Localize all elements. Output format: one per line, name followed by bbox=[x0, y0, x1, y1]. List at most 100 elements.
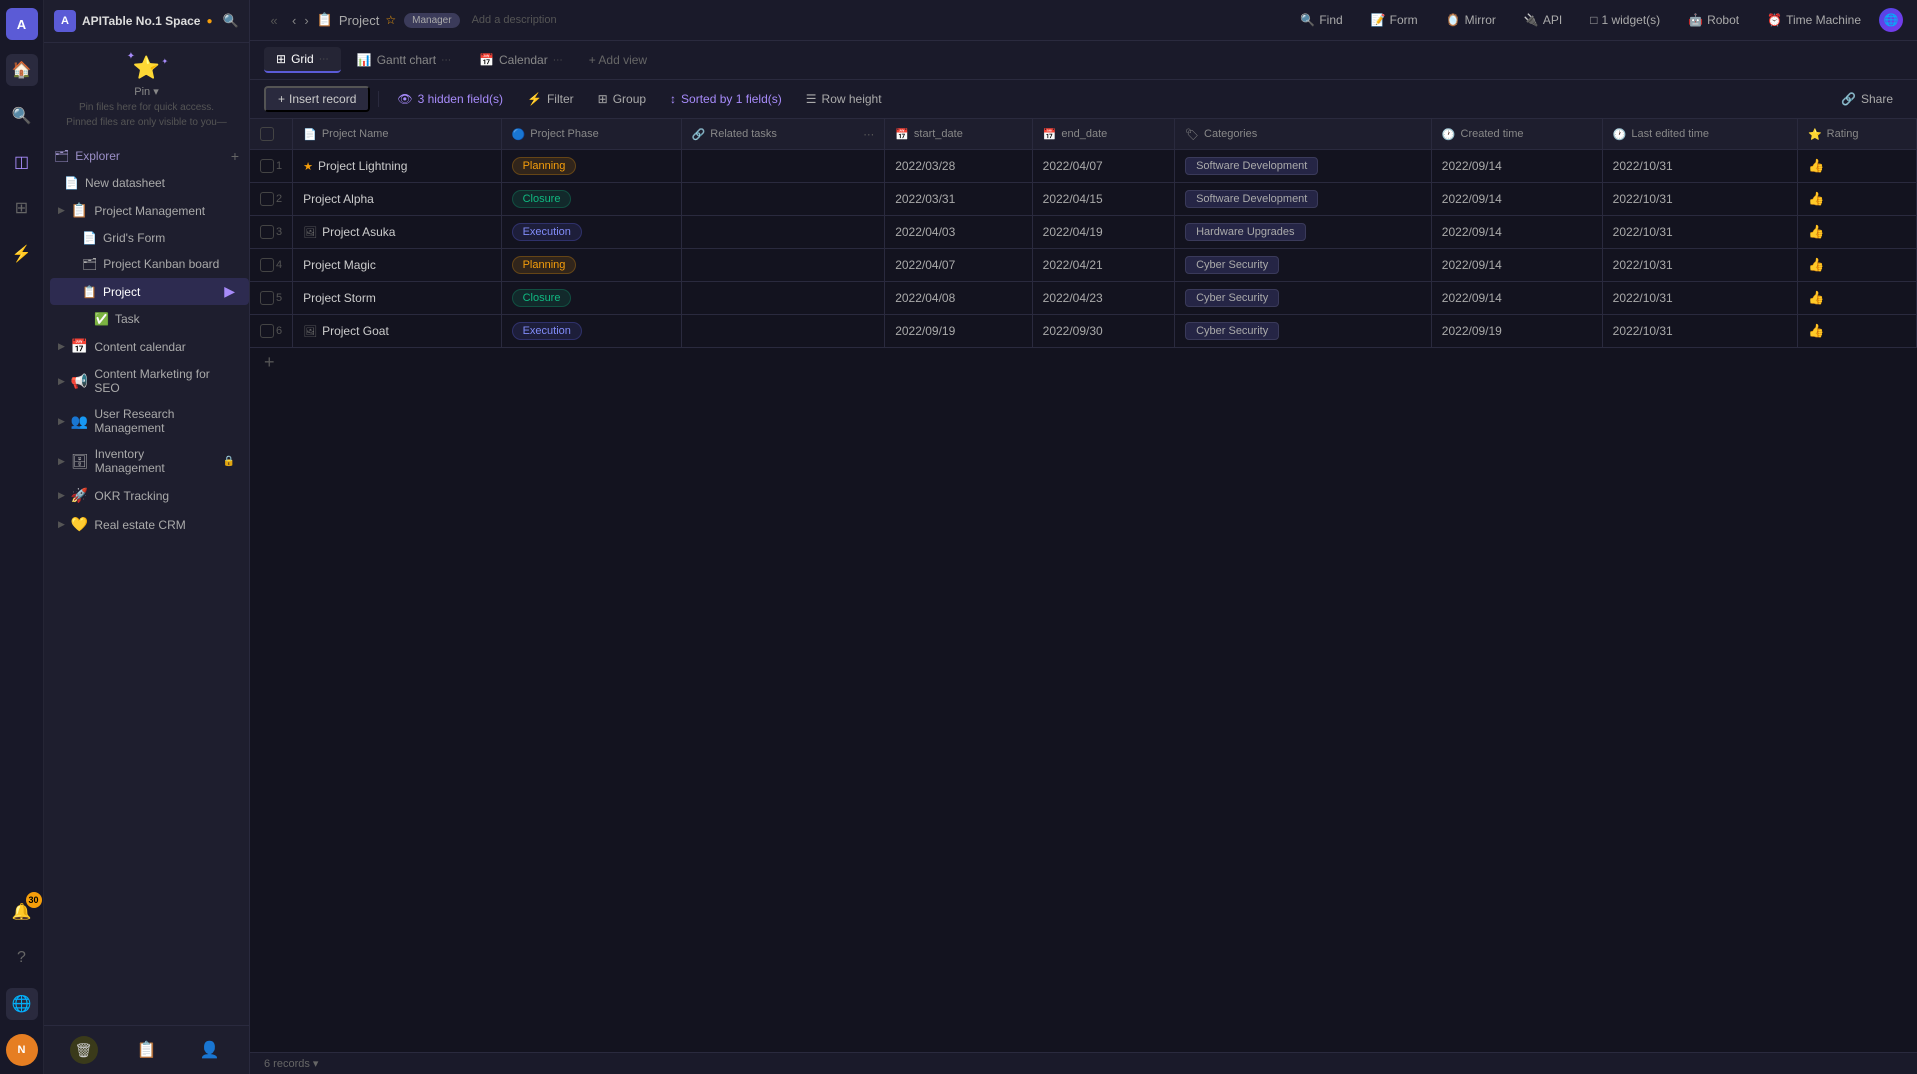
cell-rating[interactable]: 👍 bbox=[1797, 216, 1916, 249]
sort-btn[interactable]: ↕ Sorted by 1 field(s) bbox=[660, 88, 792, 110]
home-icon[interactable]: 🏠 bbox=[6, 54, 38, 86]
new-datasheet-btn[interactable]: 📄 New datasheet bbox=[50, 171, 243, 195]
cell-category[interactable]: Cyber Security bbox=[1175, 315, 1432, 348]
cell-category[interactable]: Hardware Upgrades bbox=[1175, 216, 1432, 249]
cell-rating[interactable]: 👍 bbox=[1797, 315, 1916, 348]
form-btn[interactable]: 📝 Form bbox=[1361, 9, 1428, 31]
sidebar-group-user-research[interactable]: ▶ 👥 User Research Management bbox=[44, 402, 249, 440]
cell-phase[interactable]: Planning bbox=[501, 249, 681, 282]
cell-related-tasks[interactable] bbox=[681, 315, 885, 348]
mirror-btn[interactable]: 🪞 Mirror bbox=[1436, 9, 1506, 31]
sidebar-notification-btn[interactable]: 🗑 bbox=[70, 1036, 98, 1064]
user-avatar[interactable]: A bbox=[6, 8, 38, 40]
cell-related-tasks[interactable] bbox=[681, 282, 885, 315]
cell-category[interactable]: Software Development bbox=[1175, 150, 1432, 183]
sidebar-item-project[interactable]: 📋 Project ▶ bbox=[50, 278, 249, 305]
sidebar-group-content-calendar[interactable]: ▶ 📅 Content calendar bbox=[44, 333, 249, 360]
row-checkbox[interactable] bbox=[260, 159, 274, 173]
find-btn[interactable]: 🔍 Find bbox=[1290, 9, 1352, 31]
th-project-phase[interactable]: 🔵 Project Phase bbox=[501, 119, 681, 150]
th-categories[interactable]: 🏷 Categories bbox=[1175, 119, 1432, 150]
robot-btn[interactable]: 🤖 Robot bbox=[1678, 9, 1749, 31]
sidebar-group-inventory[interactable]: ▶ 🗄 Inventory Management 🔒 bbox=[44, 442, 249, 480]
row-checkbox[interactable] bbox=[260, 192, 274, 206]
row-checkbox[interactable] bbox=[260, 291, 274, 305]
sidebar-members-btn[interactable]: 👤 bbox=[196, 1036, 224, 1064]
search-button[interactable]: 🔍 bbox=[223, 13, 239, 29]
search-icon[interactable]: 🔍 bbox=[6, 100, 38, 132]
cell-category[interactable]: Cyber Security bbox=[1175, 249, 1432, 282]
th-related-tasks[interactable]: 🔗 Related tasks ⋯ bbox=[681, 119, 885, 150]
add-view-btn[interactable]: + Add view bbox=[579, 48, 657, 72]
cell-related-tasks[interactable] bbox=[681, 249, 885, 282]
cell-phase[interactable]: Closure bbox=[501, 183, 681, 216]
cell-project-name[interactable]: ★ Project Lightning bbox=[293, 150, 501, 183]
globe-icon[interactable]: 🌐 bbox=[6, 988, 38, 1020]
sidebar-item-task[interactable]: ✅ Task bbox=[50, 307, 243, 331]
api-btn[interactable]: 🔌 API bbox=[1514, 9, 1572, 31]
cell-rating[interactable]: 👍 bbox=[1797, 150, 1916, 183]
th-rating[interactable]: ⭐ Rating bbox=[1797, 119, 1916, 150]
row-checkbox[interactable] bbox=[260, 258, 274, 272]
row-checkbox[interactable] bbox=[260, 324, 274, 338]
sidebar-settings-btn[interactable]: 📋 bbox=[133, 1036, 161, 1064]
th-last-edited[interactable]: 🕐 Last edited time bbox=[1602, 119, 1797, 150]
cell-project-name[interactable]: Project Magic bbox=[293, 249, 501, 282]
explorer-icon[interactable]: ◫ bbox=[6, 146, 38, 178]
cell-phase[interactable]: Execution bbox=[501, 315, 681, 348]
cell-related-tasks[interactable] bbox=[681, 150, 885, 183]
gantt-tab-options[interactable]: ⋯ bbox=[441, 55, 451, 66]
grid-tab-options[interactable]: ⋯ bbox=[319, 54, 329, 65]
nav-back-btn[interactable]: ‹ bbox=[292, 13, 296, 28]
cell-rating[interactable]: 👍 bbox=[1797, 282, 1916, 315]
time-machine-btn[interactable]: ⏰ Time Machine bbox=[1757, 9, 1871, 31]
add-space-btn[interactable]: + bbox=[231, 148, 239, 164]
tab-gantt[interactable]: 📊 Gantt chart ⋯ bbox=[345, 48, 463, 72]
help-icon[interactable]: ? bbox=[6, 942, 38, 974]
row-checkbox[interactable] bbox=[260, 225, 274, 239]
records-count[interactable]: 6 records ▾ bbox=[264, 1057, 318, 1070]
nav-fwd-btn[interactable]: › bbox=[304, 13, 308, 28]
cell-project-name[interactable]: 🖼 Project Asuka bbox=[293, 216, 501, 249]
hidden-fields-btn[interactable]: 👁 3 hidden field(s) bbox=[387, 88, 513, 110]
sidebar-item-kanban[interactable]: 🗂 Project Kanban board bbox=[50, 252, 243, 276]
cell-category[interactable]: Cyber Security bbox=[1175, 282, 1432, 315]
header-checkbox[interactable] bbox=[260, 127, 274, 141]
th-end-date[interactable]: 📅 end_date bbox=[1032, 119, 1174, 150]
user-globe-icon[interactable]: 🌐 bbox=[1879, 8, 1903, 32]
cell-phase[interactable]: Execution bbox=[501, 216, 681, 249]
col-options-icon[interactable]: ⋯ bbox=[863, 128, 874, 141]
sidebar-group-real-estate[interactable]: ▶ 💛 Real estate CRM bbox=[44, 511, 249, 538]
widget-btn[interactable]: □ 1 widget(s) bbox=[1580, 9, 1670, 31]
sidebar-group-content-marketing[interactable]: ▶ 📢 Content Marketing for SEO bbox=[44, 362, 249, 400]
tab-calendar[interactable]: 📅 Calendar ⋯ bbox=[467, 48, 575, 72]
cell-project-name[interactable]: Project Storm bbox=[293, 282, 501, 315]
share-btn[interactable]: 🔗 Share bbox=[1831, 88, 1903, 110]
explorer-header[interactable]: 🗂 Explorer + bbox=[44, 142, 249, 170]
sidebar-collapse-btn[interactable]: « bbox=[264, 10, 284, 30]
filter-btn[interactable]: ⚡ Filter bbox=[517, 88, 584, 110]
group-btn[interactable]: ⊞ Group bbox=[588, 88, 656, 110]
sidebar-item-grids-form[interactable]: 📄 Grid's Form bbox=[50, 226, 243, 250]
sidebar-group-okr[interactable]: ▶ 🚀 OKR Tracking bbox=[44, 482, 249, 509]
cell-phase[interactable]: Closure bbox=[501, 282, 681, 315]
calendar-tab-options[interactable]: ⋯ bbox=[553, 55, 563, 66]
cell-category[interactable]: Software Development bbox=[1175, 183, 1432, 216]
cell-related-tasks[interactable] bbox=[681, 216, 885, 249]
row-height-btn[interactable]: ☰ Row height bbox=[796, 88, 892, 110]
th-project-name[interactable]: 📄 Project Name bbox=[293, 119, 501, 150]
tab-grid[interactable]: ⊞ Grid ⋯ bbox=[264, 47, 341, 73]
sidebar-group-project-management[interactable]: ▶ 📋 Project Management bbox=[44, 197, 249, 224]
automation-icon[interactable]: ⚡ bbox=[6, 238, 38, 270]
th-start-date[interactable]: 📅 start_date bbox=[885, 119, 1032, 150]
cell-project-name[interactable]: 🖼 Project Goat bbox=[293, 315, 501, 348]
insert-record-btn[interactable]: + Insert record bbox=[264, 86, 370, 112]
pin-label[interactable]: Pin ▾ bbox=[58, 85, 235, 98]
cell-phase[interactable]: Planning bbox=[501, 150, 681, 183]
th-created-time[interactable]: 🕐 Created time bbox=[1431, 119, 1602, 150]
cell-rating[interactable]: 👍 bbox=[1797, 249, 1916, 282]
cell-rating[interactable]: 👍 bbox=[1797, 183, 1916, 216]
cell-related-tasks[interactable] bbox=[681, 183, 885, 216]
bottom-avatar[interactable]: N bbox=[6, 1034, 38, 1066]
add-description-btn[interactable]: Add a description bbox=[472, 14, 557, 26]
